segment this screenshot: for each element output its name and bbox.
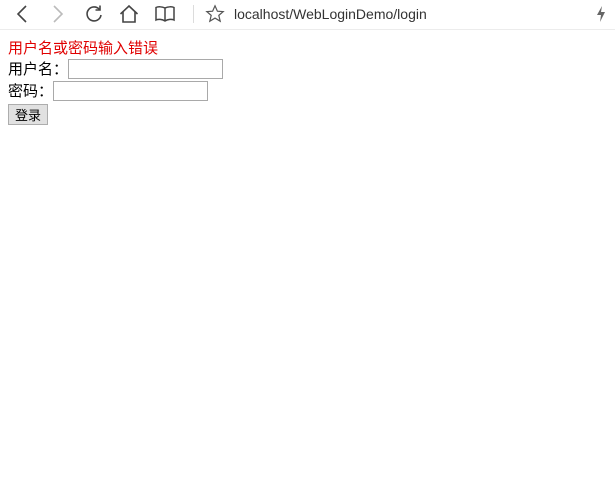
address-bar[interactable]: localhost/WebLoginDemo/login	[234, 5, 427, 23]
login-button[interactable]: 登录	[8, 103, 49, 125]
home-button[interactable]	[116, 2, 142, 26]
username-input[interactable]	[68, 59, 224, 79]
password-input[interactable]	[53, 81, 209, 101]
error-message: 用户名或密码输入错误	[8, 39, 159, 57]
submit-row: 登录	[8, 103, 223, 125]
browser-toolbar: localhost/WebLoginDemo/login	[0, 0, 615, 30]
reading-view-button[interactable]	[152, 2, 178, 26]
forward-arrow-icon	[53, 5, 64, 23]
back-arrow-icon	[16, 5, 27, 23]
password-label: 密码：	[8, 82, 54, 100]
username-label: 用户名：	[8, 60, 69, 78]
forward-button[interactable]	[45, 2, 71, 26]
toolbar-separator	[193, 5, 194, 23]
home-icon	[119, 4, 139, 23]
refresh-icon	[86, 5, 102, 22]
refresh-button[interactable]	[81, 2, 107, 26]
favorite-button[interactable]	[202, 2, 228, 26]
back-button[interactable]	[9, 2, 35, 26]
login-form: 用户名或密码输入错误 用户名： 密码： 登录	[8, 38, 224, 125]
password-row: 密码：	[8, 80, 223, 102]
reading-view-icon	[155, 6, 175, 22]
username-row: 用户名：	[8, 58, 224, 80]
lightning-icon	[597, 6, 605, 22]
star-icon	[205, 4, 225, 23]
extension-button[interactable]	[588, 2, 614, 26]
